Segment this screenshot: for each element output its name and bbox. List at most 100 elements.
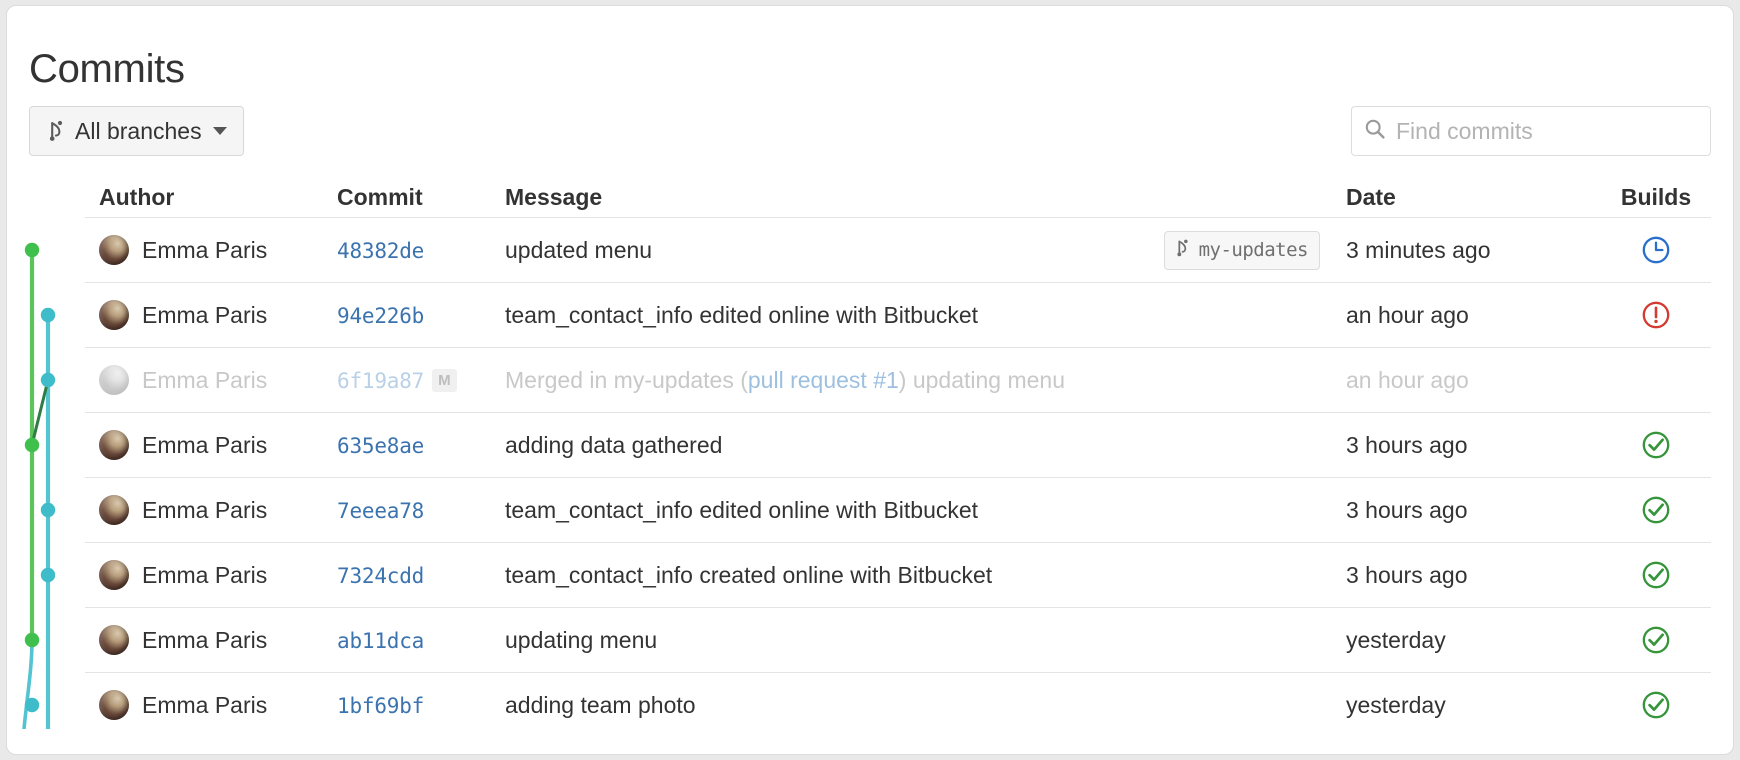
avatar: [99, 625, 129, 655]
date-cell: yesterday: [1346, 691, 1446, 718]
commit-hash-link[interactable]: 7eeea78: [337, 499, 424, 523]
commit-cell: 7eeea78: [337, 497, 505, 524]
check-circle-icon[interactable]: [1641, 625, 1671, 655]
date-cell: an hour ago: [1346, 301, 1469, 328]
author-name: Emma Paris: [142, 496, 268, 523]
column-header-commit: Commit: [337, 184, 423, 210]
avatar: [99, 690, 129, 720]
author-name: Emma Paris: [142, 431, 268, 458]
author-cell: Emma Paris: [85, 300, 337, 330]
message-cell: Merged in my-updates (pull request #1) u…: [505, 367, 1346, 394]
column-header-message: Message: [505, 184, 603, 210]
column-header-builds: Builds: [1620, 184, 1692, 210]
build-status-cell[interactable]: [1601, 300, 1711, 330]
date-cell: yesterday: [1346, 626, 1446, 653]
column-header-date: Date: [1346, 184, 1396, 210]
table-row[interactable]: Emma Paris ab11dca updating menu yesterday: [85, 607, 1711, 672]
search-input[interactable]: [1396, 117, 1698, 145]
table-header-row: Author Commit Message Date Builds: [85, 169, 1711, 217]
date-cell: 3 hours ago: [1346, 431, 1468, 458]
message-cell: team_contact_info created online with Bi…: [505, 562, 1346, 589]
author-name: Emma Paris: [142, 236, 268, 263]
table-row[interactable]: Emma Paris 94e226b team_contact_info edite…: [85, 282, 1711, 347]
clock-icon[interactable]: [1641, 235, 1671, 265]
commit-hash-link[interactable]: 48382de: [337, 239, 424, 263]
commit-message: team_contact_info created online with Bi…: [505, 561, 993, 588]
author-cell: Emma Paris: [85, 495, 337, 525]
date-cell: 3 hours ago: [1346, 561, 1468, 588]
author-name: Emma Paris: [142, 301, 268, 328]
commit-hash-link[interactable]: 94e226b: [337, 304, 424, 328]
date-cell: 3 minutes ago: [1346, 236, 1491, 263]
exclamation-circle-icon[interactable]: [1641, 300, 1671, 330]
commits-card: Commits All branches Find commits Author…: [6, 5, 1734, 755]
commit-cell: 635e8ae: [337, 432, 505, 459]
table-row[interactable]: Emma Paris 6f19a87 M Merged in my-updates (…: [85, 347, 1711, 412]
message-cell: adding data gathered: [505, 432, 1346, 459]
branch-icon: [1174, 237, 1191, 264]
column-header-author: Author: [99, 184, 175, 210]
branch-filter-button[interactable]: All branches: [29, 106, 244, 156]
search-icon: [1364, 118, 1386, 145]
avatar: [99, 235, 129, 265]
commit-message-suffix: ) updating menu: [898, 366, 1066, 393]
commit-message: Merged in my-updates (: [505, 366, 748, 393]
toolbar: All branches: [7, 106, 1733, 158]
commit-cell: 94e226b: [337, 302, 505, 329]
table-row[interactable]: Emma Paris 635e8ae adding data gathered 3 h…: [85, 412, 1711, 477]
merge-badge: M: [432, 368, 457, 392]
avatar: [99, 495, 129, 525]
commit-hash-link[interactable]: 635e8ae: [337, 434, 424, 458]
chevron-down-icon: [212, 127, 227, 135]
find-commits-search[interactable]: [1351, 106, 1711, 156]
build-status-cell[interactable]: [1601, 495, 1711, 525]
check-circle-icon[interactable]: [1641, 495, 1671, 525]
author-name: Emma Paris: [142, 366, 268, 393]
author-name: Emma Paris: [142, 561, 268, 588]
date-cell: 3 hours ago: [1346, 496, 1468, 523]
commit-hash-link[interactable]: 7324cdd: [337, 564, 424, 588]
branch-icon: [46, 119, 66, 143]
author-cell: Emma Paris: [85, 235, 337, 265]
author-name: Emma Paris: [142, 626, 268, 653]
avatar: [99, 560, 129, 590]
commit-cell: 48382de: [337, 237, 505, 264]
avatar: [99, 300, 129, 330]
check-circle-icon[interactable]: [1641, 690, 1671, 720]
table-row[interactable]: Emma Paris 7324cdd team_contact_info creat…: [85, 542, 1711, 607]
avatar: [99, 430, 129, 460]
commit-cell: 6f19a87 M: [337, 367, 505, 394]
commit-message: updating menu: [505, 626, 658, 653]
table-row[interactable]: Emma Paris 48382de updated menu my-updates 3…: [85, 217, 1711, 282]
commit-hash-link[interactable]: 1bf69bf: [337, 694, 424, 718]
branch-ref-name: my-updates: [1198, 239, 1309, 261]
check-circle-icon[interactable]: [1641, 430, 1671, 460]
commit-hash-link[interactable]: ab11dca: [337, 629, 424, 653]
commit-message: team_contact_info edited online with Bit…: [505, 301, 979, 328]
message-cell: updated menu my-updates: [505, 230, 1346, 270]
author-cell: Emma Paris: [85, 430, 337, 460]
author-cell: Emma Paris: [85, 690, 337, 720]
author-cell: Emma Paris: [85, 560, 337, 590]
pull-request-link[interactable]: pull request #1: [748, 367, 899, 394]
commits-table: Author Commit Message Date Builds Emma P…: [7, 169, 1733, 737]
check-circle-icon[interactable]: [1641, 560, 1671, 590]
commit-message: adding team photo: [505, 691, 696, 718]
commit-message: adding data gathered: [505, 431, 723, 458]
message-cell: adding team photo: [505, 692, 1346, 719]
message-cell: team_contact_info edited online with Bit…: [505, 497, 1346, 524]
avatar: [99, 365, 129, 395]
commit-message: team_contact_info edited online with Bit…: [505, 496, 979, 523]
branch-ref-tag[interactable]: my-updates: [1163, 230, 1320, 270]
commit-hash-link[interactable]: 6f19a87: [337, 369, 424, 393]
build-status-cell[interactable]: [1601, 560, 1711, 590]
commit-cell: 7324cdd: [337, 562, 505, 589]
table-row[interactable]: Emma Paris 7eeea78 team_contact_info edite…: [85, 477, 1711, 542]
build-status-cell[interactable]: [1601, 625, 1711, 655]
build-status-cell[interactable]: [1601, 430, 1711, 460]
build-status-cell[interactable]: [1601, 690, 1711, 720]
commit-message: updated menu: [505, 236, 653, 263]
author-cell: Emma Paris: [85, 365, 337, 395]
table-row[interactable]: Emma Paris 1bf69bf adding team photo yester…: [85, 672, 1711, 737]
build-status-cell[interactable]: [1601, 235, 1711, 265]
